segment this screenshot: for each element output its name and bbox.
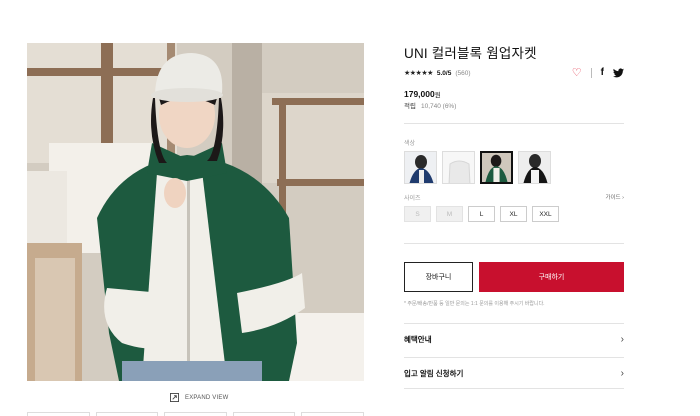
product-actions: ♡ f [572,66,624,79]
restock-alert-label: 입고 알림 신청하기 [404,368,464,378]
color-swatch-white[interactable] [442,151,475,184]
size-option-l[interactable]: L [468,206,495,222]
chevron-right-icon: › [620,367,624,379]
points-value: 10,740 (6%) [420,103,457,110]
product-main-image[interactable] [27,43,364,381]
product-title: UNI 컬러블록 웜업자켓 [404,46,537,61]
product-rating[interactable]: ★★★★★ 5.0/5 (560) [404,69,471,78]
heart-icon[interactable]: ♡ [572,66,582,79]
twitter-icon[interactable] [613,67,624,78]
points-label: 적립 [404,103,416,110]
thumbnail[interactable] [95,412,159,416]
rating-stars: ★★★★★ [404,70,433,77]
thumbnail[interactable] [232,412,296,416]
size-option-s[interactable]: S [404,206,431,222]
chevron-right-icon: › [622,195,624,201]
expand-view-button[interactable]: EXPAND VIEW [170,393,228,402]
color-swatch-green[interactable] [480,151,513,184]
size-label: 사이즈 [404,196,421,202]
product-photo-illustration [27,43,364,381]
product-price: 179,000원 [404,89,441,99]
thumbnail[interactable] [301,412,364,416]
color-label: 색상 [404,141,416,147]
benefits-label: 혜택안내 [404,335,432,344]
reward-points: 적립 10,740 (6%) [404,100,456,110]
benefits-row[interactable]: 혜택안내 › [404,323,624,355]
inquiry-notice: * 주문/배송/반품 등 일반 문의는 1:1 문의를 이용해 주시기 바랍니다… [404,301,545,307]
color-swatch-black[interactable] [518,151,551,184]
price-unit: 원 [434,92,441,99]
divider [404,123,624,124]
buy-now-button[interactable]: 구매하기 [479,262,624,292]
add-to-cart-button[interactable]: 장바구니 [404,262,473,292]
size-option-xxl[interactable]: XXL [532,206,559,222]
thumbnail[interactable] [27,412,90,416]
rating-score: 5.0/5 [436,69,452,77]
size-option-m[interactable]: M [436,206,463,222]
size-options: S M L XL XXL [404,206,559,222]
chevron-right-icon: › [620,334,624,345]
facebook-icon[interactable]: f [601,67,604,78]
price-value: 179,000 [404,89,435,99]
divider [590,67,592,78]
size-guide-label: 가이드 [605,195,621,201]
size-guide-link[interactable]: 가이드 › [605,193,624,201]
color-options [404,151,551,184]
restock-alert-row[interactable]: 입고 알림 신청하기 › [404,357,624,389]
expand-view-label: EXPAND VIEW [185,394,229,401]
color-swatch-navy[interactable] [404,151,437,184]
expand-icon [170,393,179,402]
thumbnail[interactable] [164,412,227,416]
size-option-xl[interactable]: XL [500,206,527,222]
thumbnail-strip [27,412,364,416]
review-count: (560) [455,69,471,77]
divider [404,243,624,244]
